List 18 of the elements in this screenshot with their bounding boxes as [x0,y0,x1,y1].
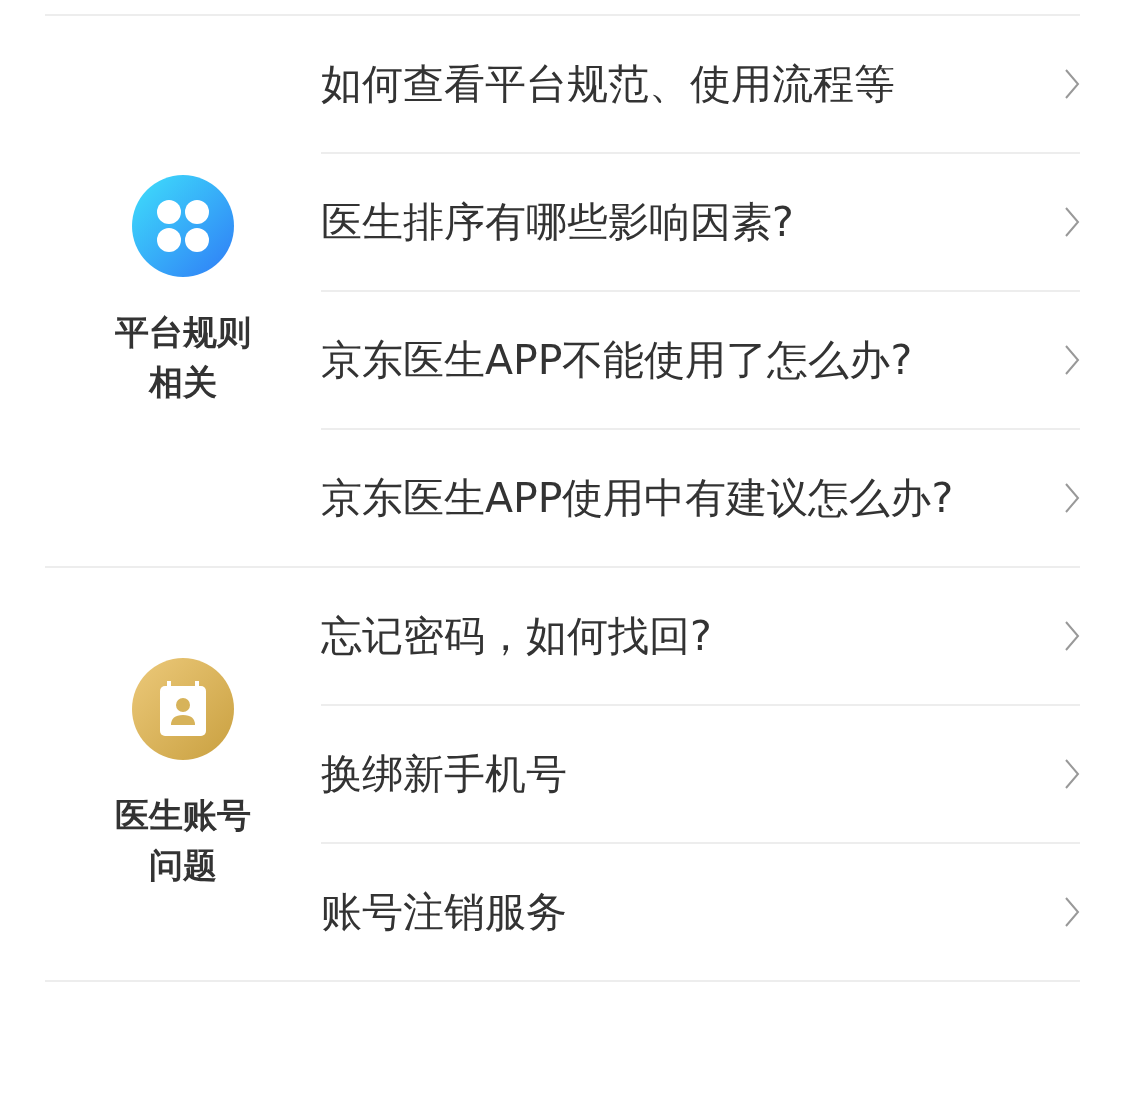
question-item[interactable]: 医生排序有哪些影响因素? [321,152,1080,290]
question-item[interactable]: 京东医生APP不能使用了怎么办? [321,290,1080,428]
chevron-right-icon [1064,68,1080,100]
question-item[interactable]: 京东医生APP使用中有建议怎么办? [321,428,1080,566]
chevron-right-icon [1064,758,1080,790]
chevron-right-icon [1064,344,1080,376]
chevron-right-icon [1064,620,1080,652]
category-title: 平台规则相关 [114,311,252,404]
grid-icon [132,175,234,277]
chevron-right-icon [1064,896,1080,928]
question-item[interactable]: 换绑新手机号 [321,704,1080,842]
chevron-right-icon [1064,206,1080,238]
question-item[interactable]: 账号注销服务 [321,842,1080,980]
question-item[interactable]: 如何查看平台规范、使用流程等 [321,16,1080,152]
category-title: 医生账号问题 [114,794,252,887]
contact-card-icon [132,658,234,760]
question-item[interactable]: 忘记密码，如何找回? [321,568,1080,704]
chevron-right-icon [1064,482,1080,514]
